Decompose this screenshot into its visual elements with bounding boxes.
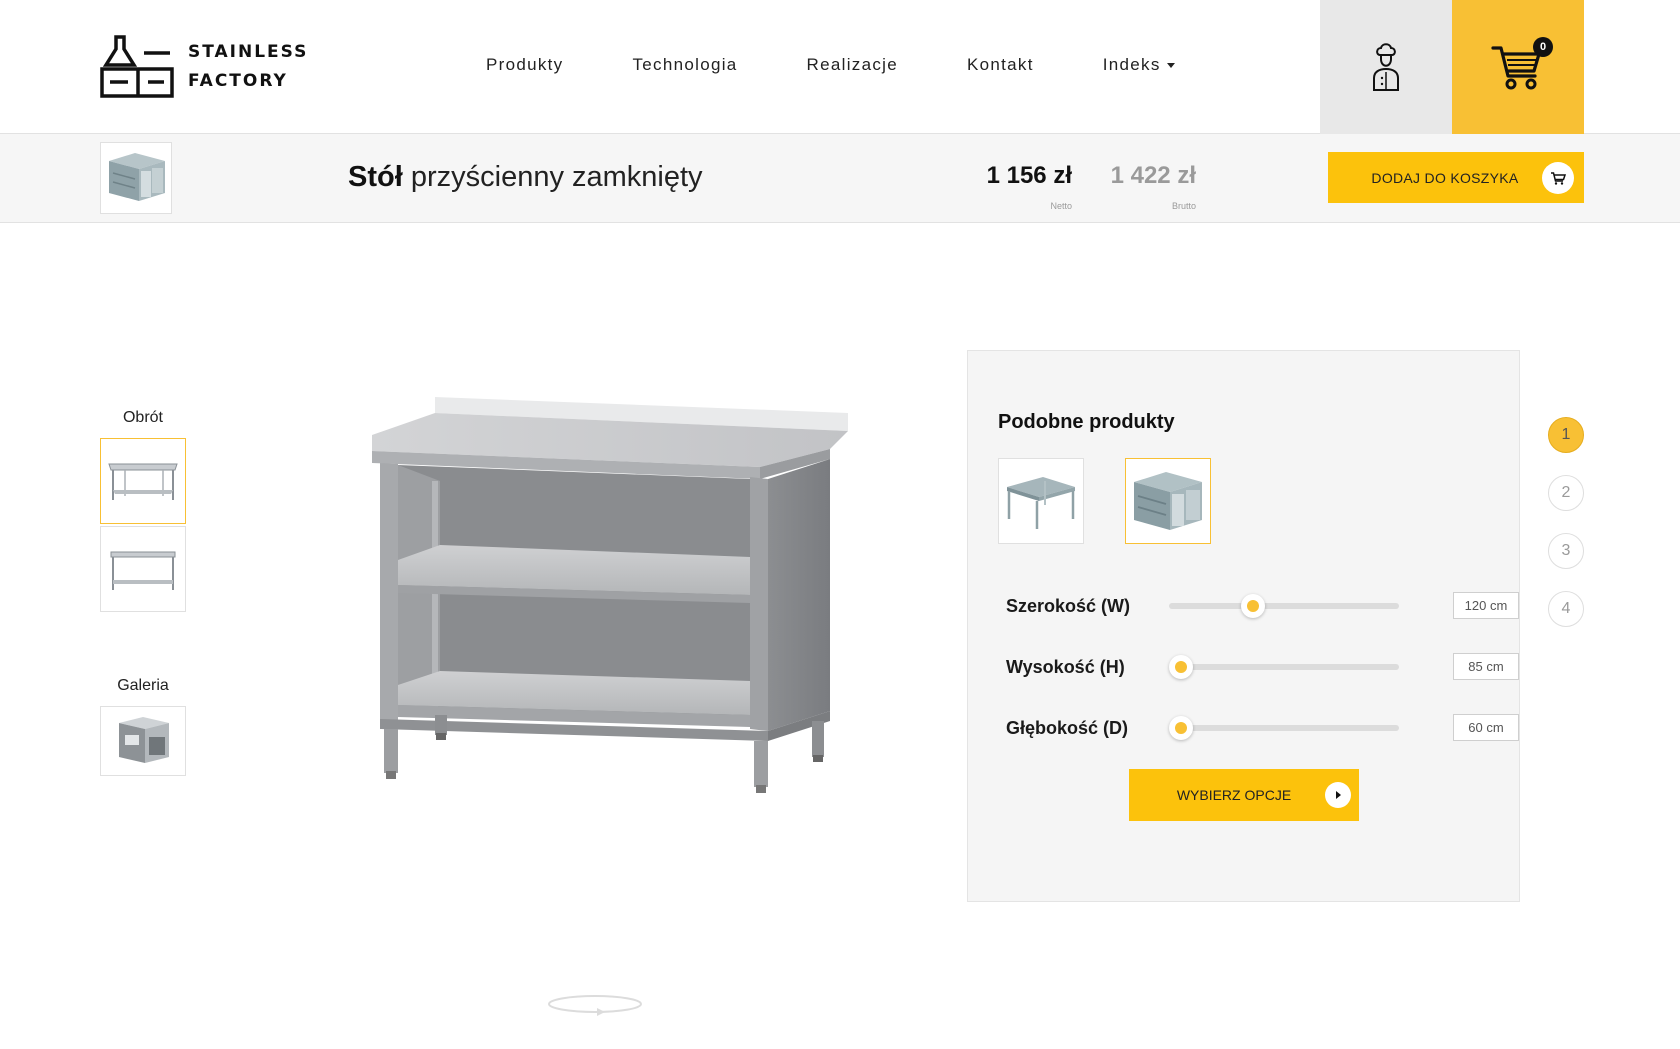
height-slider-handle[interactable] (1169, 655, 1193, 679)
options-panel: Podobne produkty Szerokość (W) 120 cm Wy… (967, 350, 1520, 902)
nav-item-kontakt[interactable]: Kontakt (967, 55, 1034, 75)
slider-dot (1247, 600, 1260, 612)
table-thumbnail-image (110, 551, 176, 590)
cart-button[interactable]: 0 (1452, 0, 1584, 134)
dimension-row-height: Wysokość (H) (1006, 652, 1519, 682)
site-logo[interactable]: STAINLESS FACTORY (100, 34, 310, 100)
product-main-image[interactable] (340, 385, 860, 805)
product-title-rest: przyścienny zamknięty (402, 161, 703, 193)
nav-item-technologia[interactable]: Technologia (633, 55, 738, 75)
rotate-icon[interactable] (545, 992, 645, 1016)
height-label: Wysokość (H) (1006, 657, 1125, 677)
nav-item-indeks[interactable]: Indeks (1103, 55, 1175, 75)
slider-dot (1175, 661, 1187, 673)
product-title-bold: Stół (348, 161, 403, 193)
cabinet-product-image (1134, 472, 1202, 530)
cabinet-thumbnail-image (109, 153, 165, 201)
view-thumbnail-1[interactable] (100, 438, 186, 524)
gallery-thumbnail[interactable] (100, 706, 186, 776)
price-gross: 1 422 zł (1110, 162, 1196, 189)
slider-dot (1175, 722, 1187, 734)
depth-label: Głębokość (D) (1006, 718, 1129, 738)
price-net-label: Netto (1050, 201, 1072, 211)
logo-line-2: FACTORY (188, 71, 288, 91)
product-summary-bar: Stół przyścienny zamknięty 1 156 zł Nett… (0, 134, 1680, 223)
main-nav: Produkty Technologia Realizacje Kontakt … (486, 55, 1175, 75)
similar-product-table[interactable] (998, 458, 1084, 544)
product-thumbnail (100, 142, 172, 214)
similar-product-cabinet[interactable] (1125, 458, 1211, 544)
dimension-row-depth: Głębokość (D) (1006, 713, 1519, 743)
width-input[interactable] (1453, 592, 1519, 619)
price-net: 1 156 zł (986, 162, 1072, 189)
cart-count-badge: 0 (1533, 37, 1553, 57)
rotation-label: Obrót (122, 409, 163, 426)
gallery-label: Galeria (117, 677, 169, 694)
nav-item-indeks-label: Indeks (1102, 55, 1161, 74)
chevron-right-icon (1325, 782, 1351, 808)
logo-line-1: STAINLESS (188, 42, 309, 62)
logo-text: STAINLESS FACTORY (188, 38, 308, 96)
depth-slider-handle[interactable] (1169, 716, 1193, 740)
step-3[interactable]: 3 (1548, 533, 1584, 569)
product-title: Stół przyścienny zamknięty (348, 161, 703, 194)
chevron-down-icon (1166, 63, 1175, 69)
depth-slider[interactable] (1169, 716, 1399, 740)
logo-icon (100, 35, 174, 98)
table-product-image (1007, 477, 1075, 529)
price-gross-label: Brutto (1171, 201, 1196, 211)
dimension-row-width: Szerokość (W) (1006, 591, 1519, 621)
chef-icon (1373, 43, 1399, 91)
gallery-image (119, 717, 169, 763)
similar-products-title: Podobne produkty (998, 411, 1175, 433)
width-slider-handle[interactable] (1241, 594, 1266, 618)
nav-item-realizacje[interactable]: Realizacje (807, 55, 898, 75)
height-input[interactable] (1453, 653, 1519, 680)
table-thumbnail-image (108, 463, 178, 500)
step-2[interactable]: 2 (1548, 475, 1584, 511)
depth-input[interactable] (1453, 714, 1519, 741)
width-label: Szerokość (W) (1006, 596, 1131, 616)
cart-icon-wrap: 0 (1491, 37, 1553, 91)
add-to-cart-button[interactable]: DODAJ DO KOSZYKA (1328, 152, 1584, 203)
step-4[interactable]: 4 (1548, 591, 1584, 627)
width-slider[interactable] (1169, 594, 1399, 618)
nav-item-produkty[interactable]: Produkty (486, 55, 564, 75)
site-header: STAINLESS FACTORY Produkty Technologia R… (0, 0, 1680, 134)
choose-options-button[interactable]: WYBIERZ OPCJE (1129, 769, 1359, 821)
choose-options-label: WYBIERZ OPCJE (1176, 787, 1292, 803)
add-to-cart-label: DODAJ DO KOSZYKA (1371, 169, 1519, 186)
view-thumbnail-2[interactable] (100, 526, 186, 612)
step-1[interactable]: 1 (1548, 417, 1584, 453)
cart-small-icon (1542, 161, 1574, 194)
height-slider[interactable] (1169, 655, 1399, 679)
account-button[interactable] (1320, 0, 1452, 134)
